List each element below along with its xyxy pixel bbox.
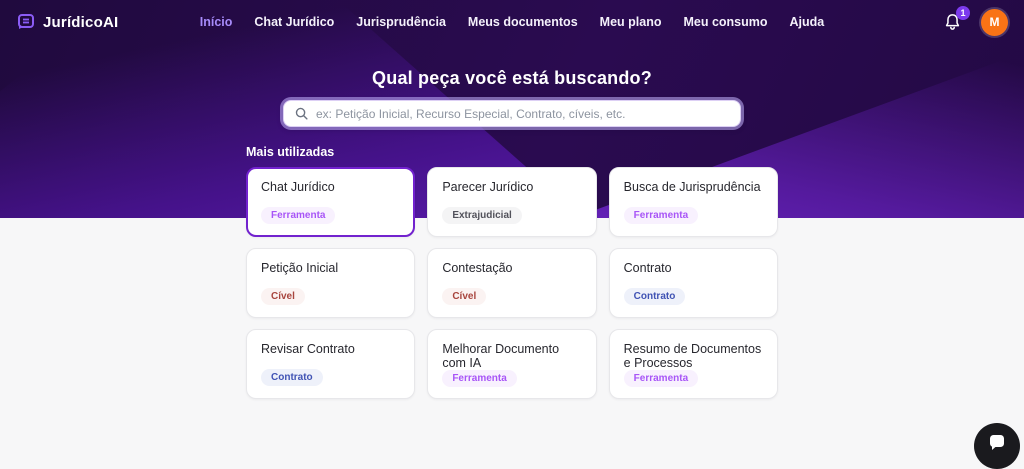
shortcut-card-parecer-juridico[interactable]: Parecer Jurídico Extrajudicial [427,167,597,237]
section-label: Mais utilizadas [246,145,335,159]
brand-name: JurídicoAI [43,13,119,31]
card-badge: Contrato [261,369,323,386]
card-badge: Ferramenta [623,370,699,387]
card-badge: Contrato [623,288,686,305]
nav-item-meus-documentos[interactable]: Meus documentos [468,15,578,29]
shortcut-card-chat-juridico[interactable]: Chat Jurídico Ferramenta [246,167,416,237]
nav-item-jurisprudencia[interactable]: Jurisprudência [356,15,446,29]
card-title: Chat Jurídico [261,180,335,194]
shortcut-card-contestacao[interactable]: Contestação Cível [427,248,597,318]
card-badge: Ferramenta [442,370,517,387]
page-title: Qual peça você está buscando? [372,68,652,88]
header-actions: 1 M [824,6,1008,36]
nav: Início Chat Jurídico Jurisprudência Meus… [200,15,825,29]
shortcut-card-resumo-de-documentos-e-processos[interactable]: Resumo de Documentos e Processos Ferrame… [608,329,778,399]
card-title: Contestação [442,261,513,275]
main-content: Qual peça você está buscando? Mais utili… [0,68,1024,399]
card-badge: Ferramenta [623,207,699,224]
card-title: Melhorar Documento com IA [442,342,560,370]
nav-item-meu-consumo[interactable]: Meu consumo [683,15,767,29]
shortcut-card-peticao-inicial[interactable]: Petição Inicial Cível [246,248,416,318]
card-badge: Cível [442,288,487,305]
chat-bubble-icon [988,433,1006,451]
search-input[interactable] [316,106,729,121]
chat-document-logo-icon [16,12,36,32]
nav-item-inicio[interactable]: Início [200,15,233,29]
brand-logo[interactable]: JurídicoAI [16,12,200,32]
shortcut-card-busca-de-jurisprudencia[interactable]: Busca de Jurisprudência Ferramenta [608,167,778,237]
card-title: Petição Inicial [261,261,339,275]
card-title: Revisar Contrato [261,342,355,356]
card-title: Resumo de Documentos e Processos [623,342,762,370]
card-badge: Extrajudicial [442,207,522,224]
search-icon [295,107,308,120]
card-title: Parecer Jurídico [442,180,534,194]
nav-item-chat-juridico[interactable]: Chat Jurídico [254,15,334,29]
shortcut-card-melhorar-documento-com-ia[interactable]: Melhorar Documento com IA Ferramenta [427,329,597,399]
chat-widget-button[interactable] [974,423,1020,469]
user-avatar[interactable]: M [981,8,1008,36]
notifications-button[interactable]: 1 [943,6,970,34]
cards-grid: Chat Jurídico Ferramenta Parecer Jurídic… [246,167,778,399]
top-navigation-bar: JurídicoAI Início Chat Jurídico Jurispru… [0,0,1024,44]
card-badge: Cível [261,288,305,305]
nav-item-meu-plano[interactable]: Meu plano [600,15,662,29]
nav-item-ajuda[interactable]: Ajuda [790,15,825,29]
card-title: Busca de Jurisprudência [623,180,761,194]
card-badge: Ferramenta [261,207,336,224]
search-box[interactable] [283,100,741,127]
shortcut-card-revisar-contrato[interactable]: Revisar Contrato Contrato [246,329,416,399]
shortcut-card-contrato[interactable]: Contrato Contrato [608,248,778,318]
card-title: Contrato [623,261,672,275]
notification-count-badge: 1 [956,6,970,20]
